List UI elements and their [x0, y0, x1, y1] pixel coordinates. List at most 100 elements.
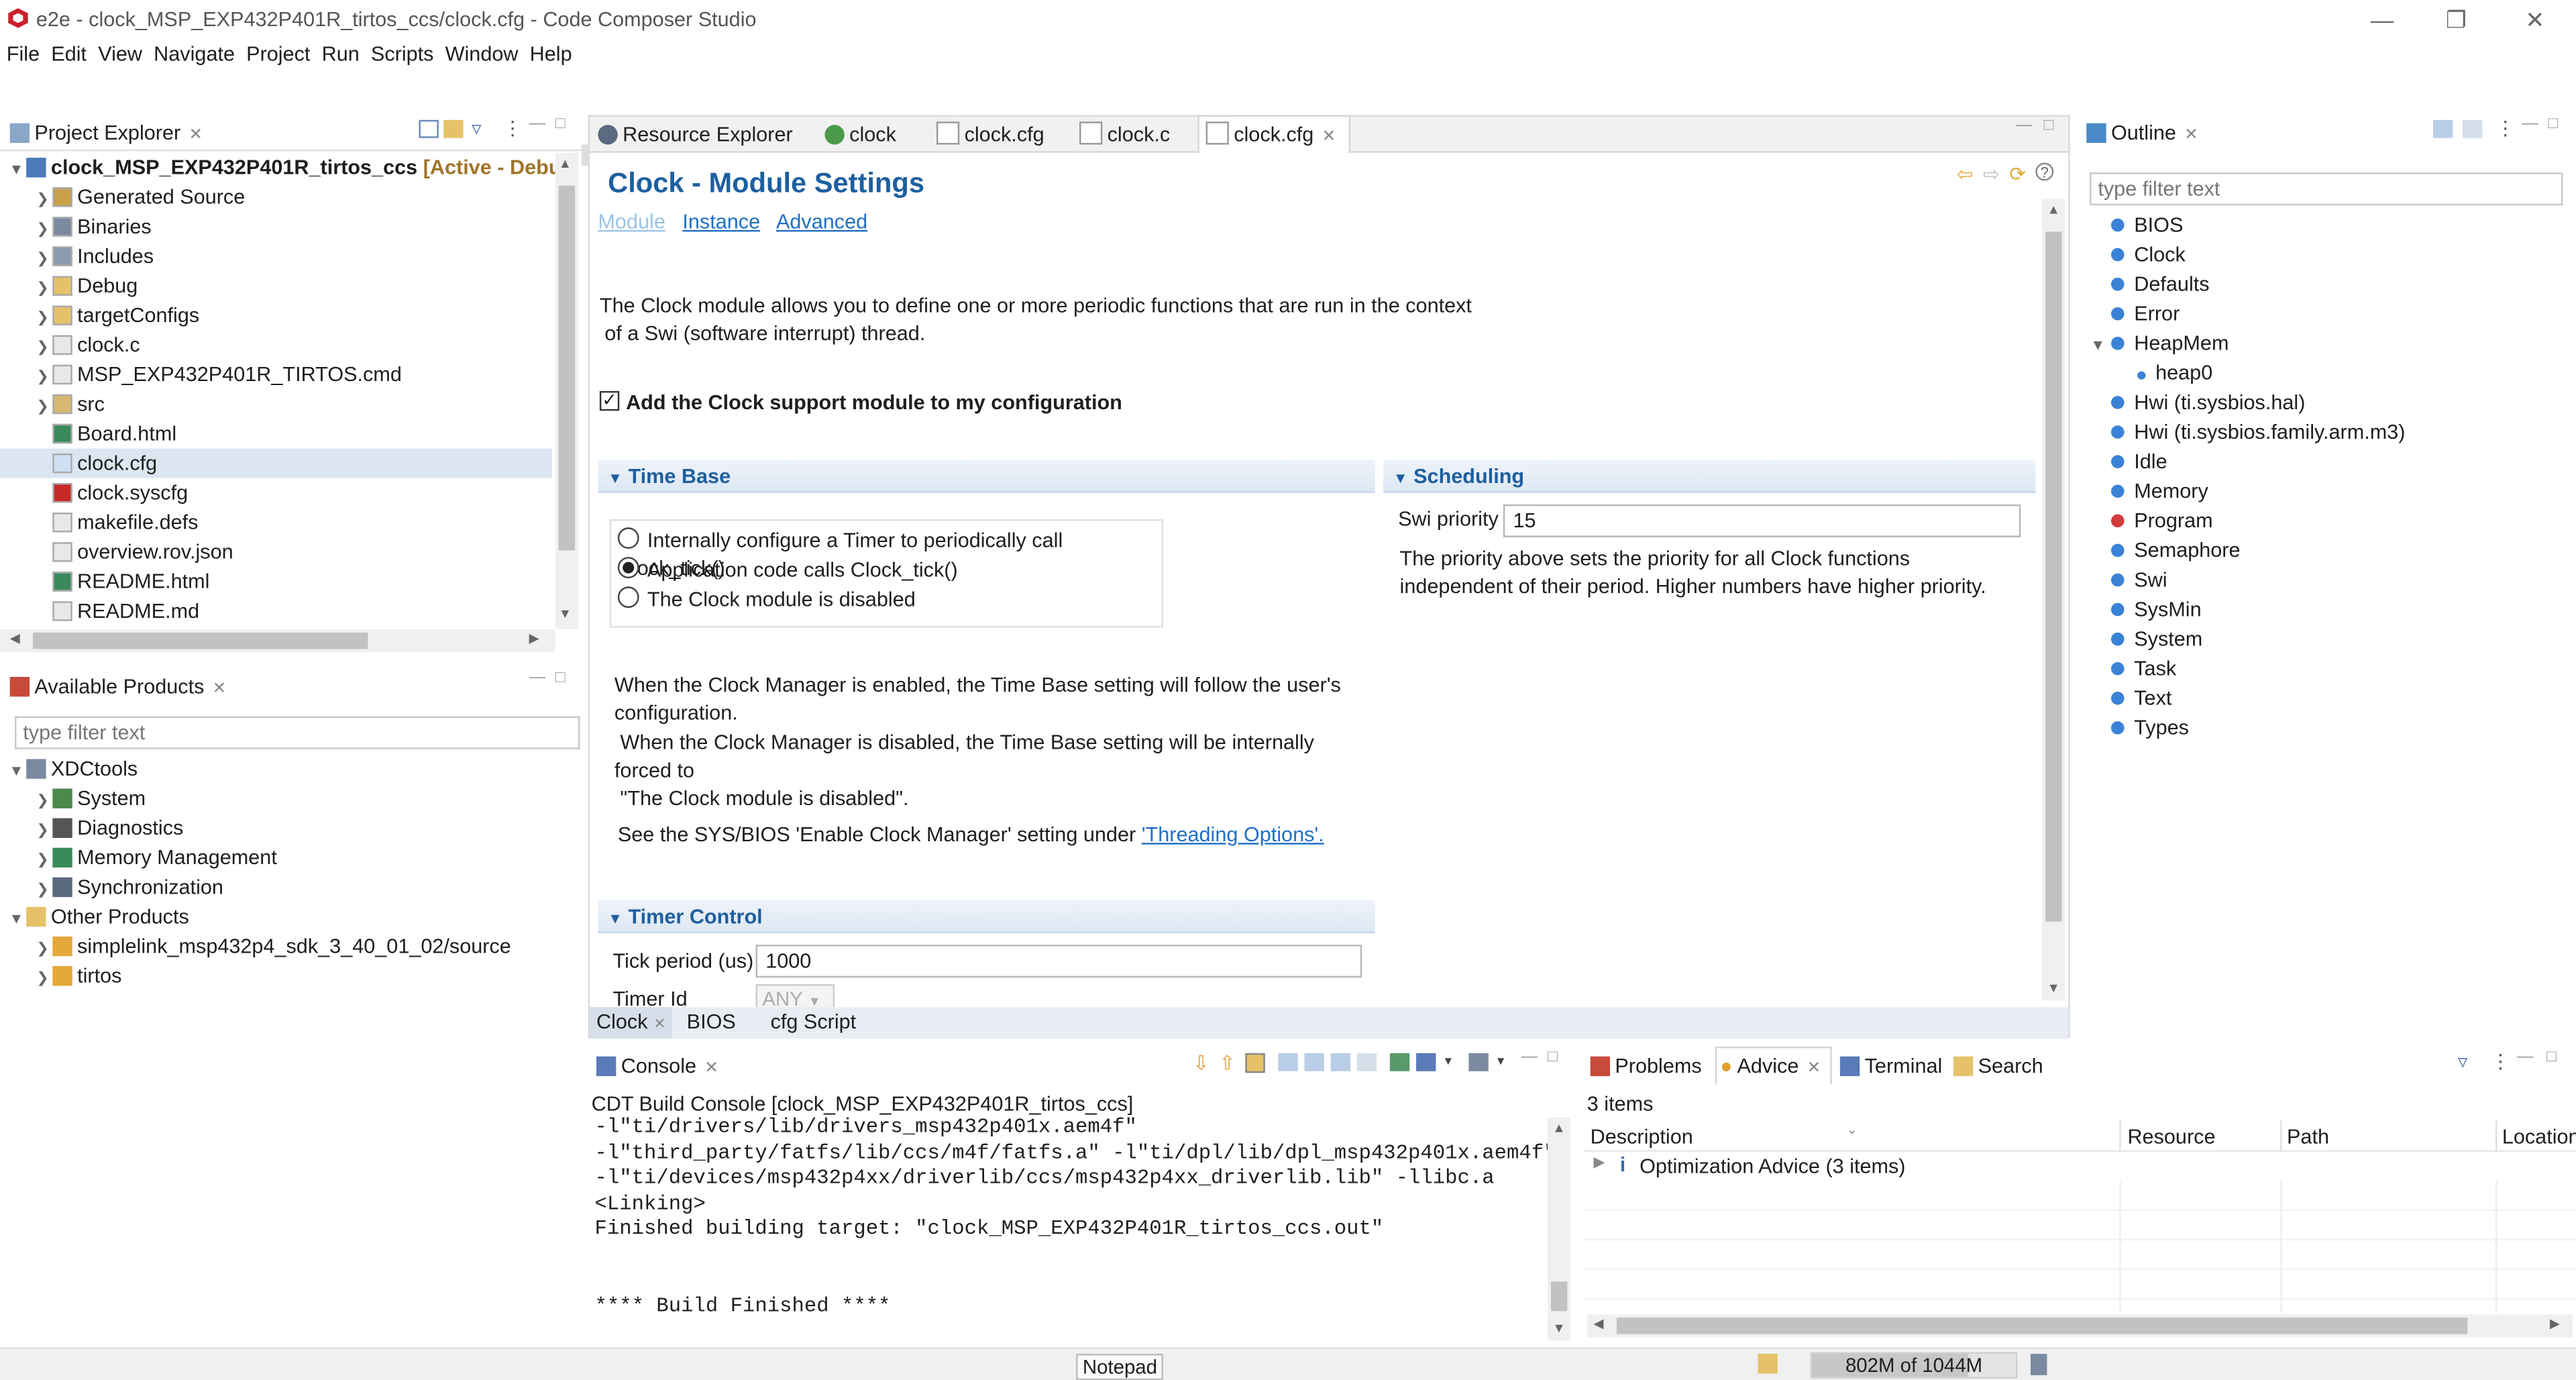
outline-item[interactable]: Swi	[2078, 565, 2576, 594]
scroll-lock-icon[interactable]: ⇩	[1193, 1051, 1210, 1074]
close-tab-icon[interactable]: ✕	[189, 127, 203, 145]
outline-item[interactable]: ▼ HeapMem	[2078, 329, 2576, 358]
menu-edit[interactable]: Edit	[45, 40, 92, 69]
project-tree-vscroll[interactable]: ▲ ▼	[555, 152, 579, 629]
close-tab-icon[interactable]: ✕	[2184, 127, 2198, 145]
maximize-view-icon[interactable]: □	[555, 115, 566, 133]
scroll-right-icon[interactable]: ▶	[529, 631, 539, 645]
outline-item[interactable]: Semaphore	[2078, 535, 2576, 565]
outline-item[interactable]: Program	[2078, 506, 2576, 535]
tree-item[interactable]: ❯ Memory Management	[0, 843, 582, 872]
expand-arrow-icon[interactable]: ❯	[33, 874, 52, 904]
subnav-instance[interactable]: Instance	[682, 210, 760, 233]
timebase-option-app[interactable]: Application code calls Clock_tick()	[617, 557, 958, 585]
tab-resource-explorer[interactable]: Resource Explorer	[598, 117, 793, 153]
section-collapse-icon[interactable]: ▼	[608, 470, 623, 486]
expand-arrow-icon[interactable]: ❯	[33, 184, 52, 213]
menu-help[interactable]: Help	[523, 40, 577, 69]
tab-clock-c[interactable]: clock.c	[1079, 117, 1170, 153]
timer-id-select[interactable]: ANY ▼	[755, 984, 835, 1008]
scroll-down-icon[interactable]: ▼	[1552, 1321, 1565, 1336]
tab-outline[interactable]: Outline ✕	[2086, 115, 2198, 151]
outline-item[interactable]: SysMin	[2078, 595, 2576, 625]
tree-item[interactable]: ❯ Diagnostics	[0, 813, 582, 843]
nav-forward-icon[interactable]: ⇨	[1983, 162, 2000, 185]
view-menu-icon[interactable]: ⋮	[2491, 1050, 2510, 1073]
close-window-button[interactable]: ✕	[2506, 3, 2565, 36]
bottom-tab-cfg-script[interactable]: cfg Script	[771, 1007, 857, 1039]
pin-dropdown-icon[interactable]: ▼	[1495, 1057, 1507, 1068]
filter-icon[interactable]: ▿	[2458, 1050, 2468, 1073]
tab-problems[interactable]: Problems	[1590, 1048, 1702, 1084]
col-path[interactable]: Path	[2287, 1122, 2329, 1152]
console-dropdown-icon[interactable]: ▼	[1442, 1057, 1454, 1068]
collapse-all-icon[interactable]	[419, 119, 439, 138]
menu-navigate[interactable]: Navigate	[147, 40, 239, 69]
bottom-tab-bios[interactable]: BIOS	[687, 1007, 736, 1039]
subnav-advanced[interactable]: Advanced	[776, 210, 867, 233]
minimize-view-icon[interactable]: —	[529, 115, 545, 133]
minimize-view-icon[interactable]: —	[2517, 1048, 2533, 1066]
expand-arrow-icon[interactable]: ❯	[33, 845, 52, 874]
scroll-down-icon[interactable]: ▼	[559, 606, 572, 621]
hscroll-thumb[interactable]	[32, 632, 368, 649]
close-tab-icon[interactable]: ✕	[1322, 128, 1336, 146]
editor-vscroll[interactable]: ▲ ▼	[2042, 199, 2065, 1001]
tab-search[interactable]: Search	[1953, 1048, 2043, 1084]
scroll-up-icon[interactable]: ▲	[1552, 1120, 1565, 1135]
expand-arrow-icon[interactable]: ❯	[33, 332, 52, 362]
timebase-option-disabled[interactable]: The Clock module is disabled	[617, 586, 916, 615]
tree-item[interactable]: ❯ Debug	[0, 271, 552, 301]
table-row[interactable]: ▶ i Optimization Advice (3 items)	[1584, 1152, 2576, 1181]
scroll-down-icon[interactable]: ▼	[2047, 981, 2059, 996]
tab-console[interactable]: Console ✕	[596, 1048, 718, 1084]
maximize-view-icon[interactable]: □	[2548, 115, 2558, 133]
tree-item[interactable]: ❯ Includes	[0, 242, 552, 271]
products-filter-input[interactable]: type filter text	[15, 716, 580, 749]
tree-item[interactable]: makefile.defs	[0, 508, 552, 537]
expand-arrow-icon[interactable]: ❯	[33, 933, 52, 963]
outline-item[interactable]: Text	[2078, 684, 2576, 713]
menu-scripts[interactable]: Scripts	[364, 40, 439, 69]
threading-options-link[interactable]: 'Threading Options'.	[1142, 823, 1324, 846]
outline-item[interactable]: System	[2078, 625, 2576, 654]
expand-arrow-icon[interactable]: ❯	[33, 362, 52, 391]
section-collapse-icon[interactable]: ▼	[608, 910, 623, 926]
minimize-view-icon[interactable]: —	[529, 669, 545, 687]
outline-item[interactable]: heap0	[2078, 358, 2576, 388]
col-divider[interactable]	[2496, 1120, 2498, 1152]
minimize-button[interactable]: —	[2353, 3, 2412, 36]
tree-xdctools[interactable]: ▼ XDCtools	[0, 754, 582, 784]
tree-other-products[interactable]: ▼ Other Products	[0, 902, 582, 932]
console-vscroll[interactable]: ▲ ▼	[1547, 1117, 1571, 1341]
link-with-editor-icon[interactable]	[443, 119, 464, 138]
tree-item[interactable]: README.html	[0, 567, 552, 596]
maximize-view-icon[interactable]: □	[555, 669, 566, 687]
nav-back-icon[interactable]: ⇦	[1957, 162, 1974, 185]
trash-icon[interactable]	[2030, 1353, 2047, 1375]
maximize-editor-icon[interactable]: □	[2044, 117, 2054, 135]
expand-arrow-icon[interactable]: ❯	[33, 243, 52, 272]
tree-item[interactable]: README.md	[0, 596, 552, 626]
scroll-thumb[interactable]	[558, 185, 576, 551]
maximize-view-icon[interactable]: □	[1548, 1048, 1558, 1066]
outline-item[interactable]: Task	[2078, 654, 2576, 684]
outline-item[interactable]: Error	[2078, 299, 2576, 329]
maximize-view-icon[interactable]: □	[2546, 1048, 2557, 1066]
heap-status[interactable]: 802M of 1044M	[1810, 1352, 2018, 1379]
filter-icon[interactable]: ▿	[472, 117, 482, 140]
tree-item[interactable]: ❯ targetConfigs	[0, 301, 552, 330]
tree-item[interactable]: ❯ tirtos	[0, 961, 582, 991]
expand-arrow-icon[interactable]: ❯	[33, 303, 52, 332]
scroll-left-icon[interactable]: ◀	[10, 631, 20, 645]
radio-app[interactable]	[617, 557, 639, 579]
expand-arrow-icon[interactable]: ❯	[33, 273, 52, 303]
tree-item[interactable]: ❯ Binaries	[0, 212, 552, 242]
scroll-up-icon[interactable]: ▲	[2047, 202, 2059, 217]
refresh-icon[interactable]: ⟳	[2009, 162, 2026, 185]
view-menu-icon[interactable]: ⋮	[2496, 117, 2515, 140]
minimize-view-icon[interactable]: —	[2522, 115, 2538, 133]
outline-item[interactable]: BIOS	[2078, 210, 2576, 240]
tab-available-products[interactable]: Available Products ✕	[9, 669, 226, 705]
outline-item[interactable]: Defaults	[2078, 270, 2576, 299]
